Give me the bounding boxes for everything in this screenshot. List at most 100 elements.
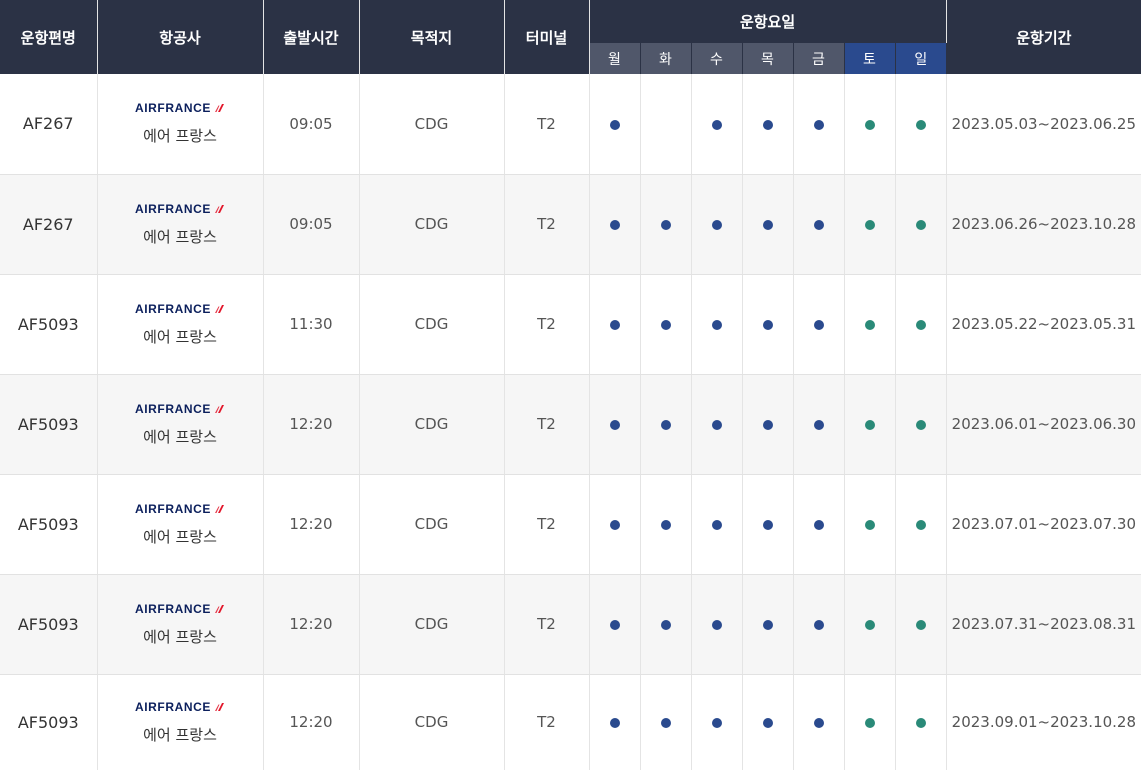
departure-time: 12:20: [263, 674, 360, 770]
day-cell-thu: [742, 74, 794, 175]
operating-period: 2023.07.31~2023.08.31: [946, 574, 1141, 675]
day-cell-sun: [895, 174, 947, 275]
operating-day-dot-icon: [762, 119, 773, 130]
operating-day-dot-icon: [915, 520, 926, 530]
flight-number: AF5093: [0, 274, 98, 375]
day-cell-tue: [640, 74, 692, 175]
day-cell-wed: [691, 474, 743, 575]
flight-schedule-table: 운항편명 항공사 출발시간 목적지 터미널 운항요일 운항기간 월 화 수 목 …: [0, 0, 1141, 770]
airline-name: 에어 프랑스: [143, 725, 217, 744]
day-cell-mon: [589, 574, 641, 675]
logo-wordmark: AIRFRANCE: [134, 501, 212, 516]
header-day-fri: 금: [793, 43, 845, 74]
destination: CDG: [359, 574, 505, 675]
operating-day-dot-icon: [813, 520, 824, 530]
operating-day-dot-icon: [864, 620, 875, 630]
terminal: T2: [504, 174, 590, 275]
terminal: T2: [504, 374, 590, 475]
airline-name: 에어 프랑스: [143, 527, 217, 546]
header-terminal: 터미널: [504, 0, 590, 74]
operating-period: 2023.06.01~2023.06.30: [946, 374, 1141, 475]
header-airline: 항공사: [97, 0, 264, 74]
operating-day-dot-icon: [711, 420, 722, 430]
departure-time: 09:05: [263, 174, 360, 275]
departure-time: 12:20: [263, 574, 360, 675]
terminal: T2: [504, 274, 590, 375]
operating-day-dot-icon: [813, 220, 824, 230]
day-cell-tue: [640, 374, 692, 475]
table-header: 운항편명 항공사 출발시간 목적지 터미널 운항요일 운항기간 월 화 수 목 …: [0, 0, 1141, 74]
day-cell-mon: [589, 274, 641, 375]
header-day-mon: 월: [589, 43, 641, 74]
table-row: AF5093 AIRFRANCE 에어 프랑스 12:20 CDG T2 2023.0…: [0, 674, 1141, 770]
table-body: AF267 AIRFRANCE 에어 프랑스 09:05 CDG T2 2023.05…: [0, 74, 1141, 770]
table-row: AF267 AIRFRANCE 에어 프랑스 09:05 CDG T2 2023.05…: [0, 74, 1141, 175]
operating-day-dot-icon: [864, 220, 875, 230]
terminal: T2: [504, 474, 590, 575]
day-cell-mon: [589, 674, 641, 770]
operating-day-dot-icon: [711, 520, 722, 530]
departure-time: 11:30: [263, 274, 360, 375]
day-cell-sat: [844, 574, 896, 675]
flight-number: AF5093: [0, 674, 98, 770]
day-cell-wed: [691, 674, 743, 770]
operating-day-dot-icon: [660, 520, 671, 530]
logo-wordmark: AIRFRANCE: [134, 101, 212, 116]
operating-day-dot-icon: [762, 520, 773, 530]
day-cell-fri: [793, 274, 845, 375]
day-cell-thu: [742, 574, 794, 675]
operating-day-dot-icon: [711, 119, 722, 130]
operating-day-dot-icon: [711, 620, 722, 630]
operating-period: 2023.09.01~2023.10.28: [951, 713, 1137, 732]
day-cell-sat: [844, 74, 896, 175]
day-cell-tue: [640, 274, 692, 375]
day-cell-wed: [691, 374, 743, 475]
departure-time: 09:05: [263, 74, 360, 175]
airline-cell: AIRFRANCE 에어 프랑스: [97, 74, 264, 175]
airline-name: 에어 프랑스: [143, 627, 217, 646]
day-cell-thu: [742, 474, 794, 575]
airline-name: 에어 프랑스: [143, 427, 217, 446]
day-cell-sat: [844, 374, 896, 475]
operating-day-dot-icon: [711, 220, 722, 230]
airline-name: 에어 프랑스: [143, 327, 217, 346]
destination: CDG: [359, 674, 505, 770]
terminal: T2: [504, 674, 590, 770]
operating-period: 2023.07.01~2023.07.30: [946, 474, 1141, 575]
destination: CDG: [359, 274, 505, 375]
header-operating-days: 운항요일: [589, 0, 947, 43]
flight-number: AF267: [0, 174, 98, 275]
day-cell-fri: [793, 674, 845, 770]
logo-wordmark: AIRFRANCE: [134, 201, 212, 216]
day-cell-thu: [742, 374, 794, 475]
table-row: AF5093 AIRFRANCE 에어 프랑스 11:30 CDG T2 2023.0…: [0, 274, 1141, 375]
operating-period: 2023.06.26~2023.10.28: [946, 174, 1141, 275]
operating-day-dot-icon: [864, 520, 875, 530]
header-day-wed: 수: [691, 43, 743, 74]
day-cell-fri: [793, 174, 845, 275]
day-cell-tue: [640, 674, 692, 770]
airline-cell: AIRFRANCE 에어 프랑스: [97, 174, 264, 275]
operating-day-dot-icon: [660, 620, 671, 630]
logo-wordmark: AIRFRANCE: [134, 699, 212, 714]
operating-day-dot-icon: [762, 320, 773, 330]
header-day-thu: 목: [742, 43, 794, 74]
destination: CDG: [359, 374, 505, 475]
airline-name: 에어 프랑스: [143, 227, 217, 246]
operating-day-dot-icon: [915, 320, 926, 330]
operating-day-dot-icon: [660, 420, 671, 430]
flight-number: AF267: [0, 74, 98, 175]
terminal: T2: [504, 574, 590, 675]
operating-day-dot-icon: [762, 420, 773, 430]
logo-stripe-icon: [215, 604, 225, 613]
day-cell-mon: [589, 74, 641, 175]
airline-name: 에어 프랑스: [143, 127, 217, 146]
day-cell-sat: [844, 174, 896, 275]
table-row: AF5093 AIRFRANCE 에어 프랑스 12:20 CDG T2 2023.0…: [0, 574, 1141, 675]
operating-day-dot-icon: [762, 718, 773, 729]
logo-stripe-icon: [215, 304, 225, 313]
operating-day-dot-icon: [915, 119, 926, 130]
operating-day-dot-icon: [762, 220, 773, 230]
day-cell-thu: [742, 274, 794, 375]
flight-number: AF5093: [0, 574, 98, 675]
